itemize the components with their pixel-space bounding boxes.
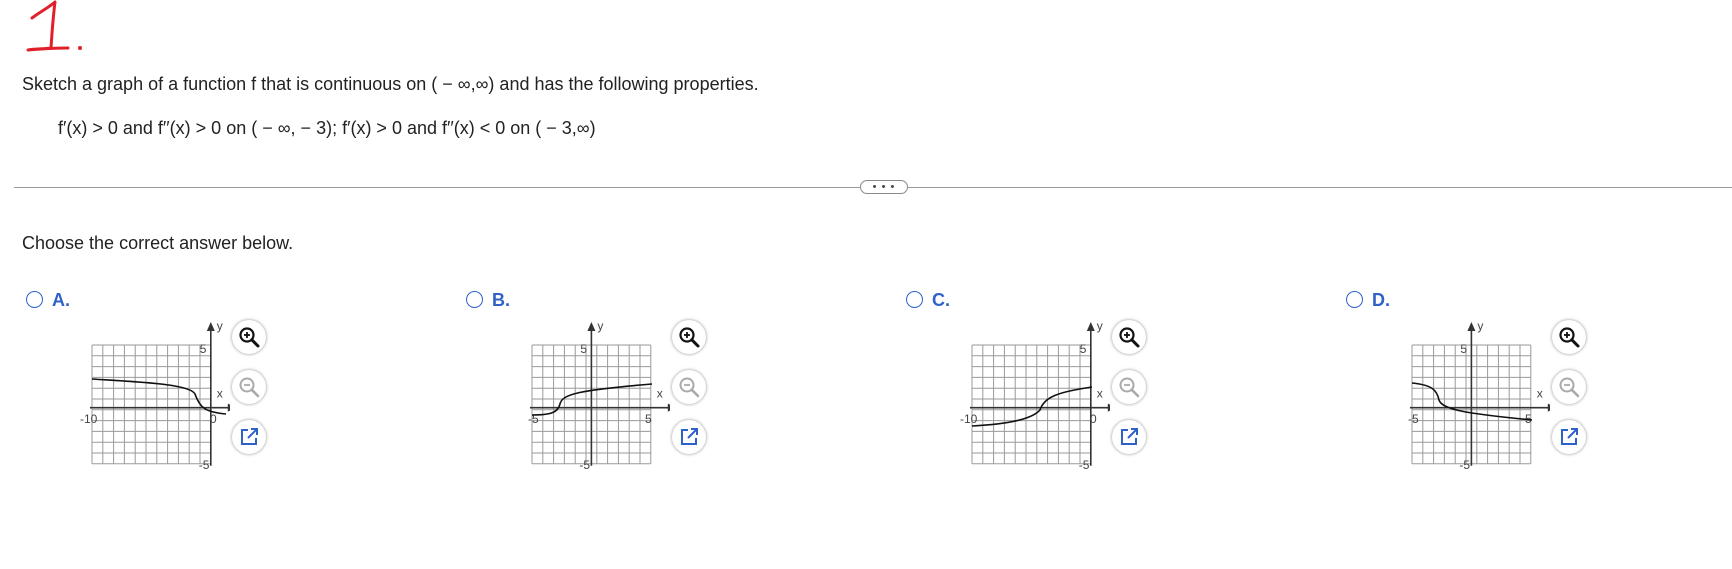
x-tick-min: -5 bbox=[528, 412, 539, 426]
popout-button-d[interactable] bbox=[1552, 420, 1586, 454]
x-tick-min: -5 bbox=[1408, 412, 1419, 426]
function-curve bbox=[91, 378, 227, 415]
option-label-c: C. bbox=[932, 290, 950, 310]
graph-grid bbox=[971, 344, 1092, 465]
y-axis-label: y bbox=[1477, 322, 1483, 333]
x-tick-min: -10 bbox=[960, 412, 978, 426]
zoom-out-button-c[interactable] bbox=[1112, 370, 1146, 404]
x-tick-max: 5 bbox=[645, 412, 652, 426]
y-tick-bottom: -5 bbox=[1459, 458, 1470, 472]
question-prompt: Sketch a graph of a function f that is c… bbox=[22, 74, 759, 94]
instruction-text: Choose the correct answer below. bbox=[22, 233, 294, 253]
x-axis-label: x bbox=[1097, 387, 1103, 401]
magnify-minus-icon bbox=[679, 377, 700, 398]
y-tick-top: 5 bbox=[1460, 342, 1467, 356]
x-tick-max: 0 bbox=[210, 412, 217, 426]
popout-icon bbox=[241, 428, 258, 445]
popout-button-c[interactable] bbox=[1112, 420, 1146, 454]
x-axis-label: x bbox=[217, 387, 223, 401]
y-tick-bottom: -5 bbox=[1079, 458, 1090, 472]
graph-grid bbox=[91, 344, 212, 465]
zoom-in-button-a[interactable] bbox=[232, 320, 266, 354]
popout-button-a[interactable] bbox=[232, 420, 266, 454]
magnify-minus-icon bbox=[1559, 377, 1580, 398]
answer-option-a[interactable]: A. y x 5 -5 -10 0 bbox=[26, 288, 326, 498]
zoom-out-button-b[interactable] bbox=[672, 370, 706, 404]
more-button[interactable]: • • • bbox=[860, 180, 908, 194]
y-axis-label: y bbox=[1097, 322, 1103, 333]
radio-button-a[interactable] bbox=[26, 291, 43, 308]
y-axis-arrow bbox=[587, 322, 596, 331]
y-tick-bottom: -5 bbox=[579, 458, 590, 472]
popout-button-b[interactable] bbox=[672, 420, 706, 454]
y-axis-arrow bbox=[1467, 322, 1476, 331]
magnify-plus-icon bbox=[679, 327, 700, 348]
zoom-in-button-d[interactable] bbox=[1552, 320, 1586, 354]
option-label-b: B. bbox=[492, 290, 510, 310]
y-axis-label: y bbox=[597, 322, 603, 333]
graph-option-b: yx5-5-5 5 bbox=[528, 322, 670, 472]
x-axis-label: x bbox=[657, 387, 663, 401]
zoom-in-button-b[interactable] bbox=[672, 320, 706, 354]
magnify-plus-icon bbox=[1119, 327, 1140, 348]
x-tick-min: -10 bbox=[80, 412, 98, 426]
answer-option-d[interactable]: D. y x 5 -5 -5 5 bbox=[1346, 288, 1646, 498]
magnify-plus-icon bbox=[239, 327, 260, 348]
radio-button-b[interactable] bbox=[466, 291, 483, 308]
question-conditions: f′(x) > 0 and f′′(x) > 0 on ( − ∞, − 3);… bbox=[58, 118, 596, 138]
x-axis-arrow bbox=[227, 403, 230, 412]
magnify-minus-icon bbox=[239, 377, 260, 398]
magnify-minus-icon bbox=[1119, 377, 1140, 398]
y-tick-top: 5 bbox=[200, 342, 207, 356]
magnify-plus-icon bbox=[1559, 327, 1580, 348]
y-tick-top: 5 bbox=[1080, 342, 1087, 356]
x-axis-arrow bbox=[1107, 403, 1110, 412]
zoom-in-button-c[interactable] bbox=[1112, 320, 1146, 354]
zoom-out-button-d[interactable] bbox=[1552, 370, 1586, 404]
answer-option-c[interactable]: C. y x 5 -5 -10 0 bbox=[906, 288, 1206, 498]
y-tick-top: 5 bbox=[580, 342, 587, 356]
radio-button-d[interactable] bbox=[1346, 291, 1363, 308]
popout-icon bbox=[1561, 428, 1578, 445]
y-tick-bottom: -5 bbox=[199, 458, 210, 472]
graph-option-c: y x 5 -5 -10 0 bbox=[960, 322, 1110, 472]
x-tick-max: 0 bbox=[1090, 412, 1097, 426]
graph-option-d: yx5-5-5 5 bbox=[1408, 322, 1550, 472]
y-axis-arrow bbox=[206, 322, 215, 331]
answer-option-b[interactable]: B. y x 5 -5 -5 5 bbox=[466, 288, 766, 498]
popout-icon bbox=[1121, 428, 1138, 445]
x-axis-arrow bbox=[1547, 403, 1550, 412]
y-axis-label: y bbox=[217, 322, 223, 333]
option-label-a: A. bbox=[52, 290, 70, 310]
y-axis-arrow bbox=[1086, 322, 1095, 331]
zoom-out-button-a[interactable] bbox=[232, 370, 266, 404]
popout-icon bbox=[681, 428, 698, 445]
graph-option-a: y x 5 -5 -10 0 bbox=[80, 322, 230, 472]
radio-button-c[interactable] bbox=[906, 291, 923, 308]
option-label-d: D. bbox=[1372, 290, 1390, 310]
x-axis-arrow bbox=[667, 403, 670, 412]
handwritten-number-one: 1. bbox=[26, 0, 82, 52]
x-axis-label: x bbox=[1537, 387, 1543, 401]
